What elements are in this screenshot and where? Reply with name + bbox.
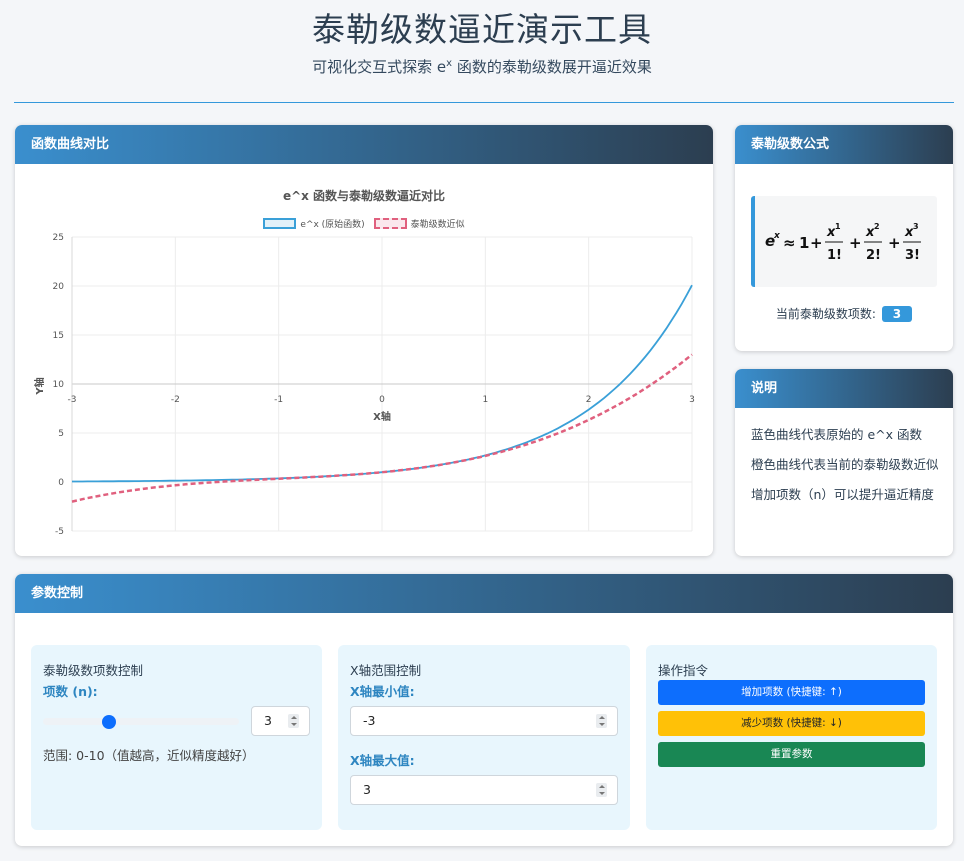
page-subtitle: 可视化交互式探索 ex 函数的泰勒级数展开逼近效果: [0, 56, 964, 77]
legend-swatch-taylor: [373, 218, 407, 229]
chart-card: 函数曲线对比 -3 -2 -1 0 1 2 3 25 20 15 10 5 0 -5 X轴 Y轴 e^x 函数…: [15, 125, 713, 556]
legend-swatch-exp: [263, 218, 297, 229]
operations-panel: 操作指令 增加项数 (快捷键: ↑) 减少项数 (快捷键: ↓) 重置参数: [646, 645, 937, 830]
terms-panel-title: 泰勒级数项数控制: [43, 663, 144, 678]
terms-range-note: 范围: 0-10（值越高，近似精度越好）: [43, 748, 255, 763]
notes-list: 蓝色曲线代表原始的 e^x 函数 橙色曲线代表当前的泰勒级数近似 增加项数（n）…: [751, 425, 943, 515]
svg-text:+: +: [810, 234, 823, 252]
svg-text:+: +: [849, 234, 862, 252]
legend-item-exp[interactable]: e^x (原始函数): [263, 217, 365, 230]
svg-text:≈: ≈: [783, 234, 796, 252]
x-min-label: X轴最小值:: [350, 684, 415, 699]
header-divider: [14, 102, 954, 103]
taylor-formula-render: e x ≈ 1 + x 1 1! + x 2 2! + x 3 3!: [765, 222, 921, 263]
current-terms-badge: 3: [881, 306, 913, 322]
x-range-control-panel: X轴范围控制 X轴最小值: -3 X轴最大值: 3: [338, 645, 630, 830]
controls-card: 参数控制 泰勒级数项数控制 项数 (n): 3 范围: 0-10（值越高，近似精…: [15, 574, 953, 846]
chart-title: e^x 函数与泰勒级数逼近对比: [282, 189, 446, 203]
x-min-spinner[interactable]: [596, 714, 607, 728]
y-tick-label: 0: [58, 478, 64, 488]
svg-text:1: 1: [799, 234, 809, 252]
page-title: 泰勒级数逼近演示工具: [312, 10, 652, 49]
x-min-input[interactable]: -3: [350, 706, 618, 736]
current-terms-row: 当前泰勒级数项数: 3: [735, 305, 953, 322]
subtitle-text-after: 函数的泰勒级数展开逼近效果: [452, 58, 652, 76]
x-max-label: X轴最大值:: [350, 753, 415, 768]
formula-card-title: 泰勒级数公式: [735, 125, 953, 164]
x-max-input[interactable]: 3: [350, 775, 618, 805]
formula-card: 泰勒级数公式 e x ≈ 1 + x 1 1! + x 2 2! + x 3 3…: [735, 125, 953, 351]
chart-area: -3 -2 -1 0 1 2 3 25 20 15 10 5 0 -5 X轴 Y轴 e^x 函数与泰勒级数逼近…: [15, 164, 713, 556]
terms-control-panel: 泰勒级数项数控制 项数 (n): 3 范围: 0-10（值越高，近似精度越好）: [31, 645, 322, 830]
svg-text:1: 1: [835, 222, 841, 231]
legend-item-taylor[interactable]: 泰勒级数近似: [373, 217, 465, 230]
y-tick-label: 25: [53, 233, 64, 243]
terms-slider-thumb[interactable]: [101, 715, 116, 729]
terms-field-label: 项数 (n):: [43, 684, 98, 699]
y-tick-label: 5: [58, 429, 64, 439]
range-panel-title: X轴范围控制: [350, 663, 422, 678]
subtitle-text-before: 可视化交互式探索 e: [312, 58, 447, 76]
y-tick-label: -5: [55, 527, 64, 537]
ops-panel-title: 操作指令: [658, 663, 709, 678]
decrease-terms-button[interactable]: 减少项数 (快捷键: ↓): [658, 711, 925, 736]
page-header: 泰勒级数逼近演示工具 可视化交互式探索 ex 函数的泰勒级数展开逼近效果: [0, 0, 964, 77]
chart-card-title: 函数曲线对比: [15, 125, 713, 164]
legend-label-taylor: 泰勒级数近似: [410, 220, 465, 230]
notes-card: 说明 蓝色曲线代表原始的 e^x 函数 橙色曲线代表当前的泰勒级数近似 增加项数…: [735, 369, 953, 556]
note-item: 增加项数（n）可以提升逼近精度: [751, 487, 934, 502]
chart-legend: e^x (原始函数) 泰勒级数近似: [15, 217, 713, 232]
controls-card-title: 参数控制: [15, 574, 953, 613]
terms-number-input[interactable]: 3: [251, 706, 310, 736]
x-tick-label: 1: [482, 395, 488, 405]
x-tick-label: 2: [586, 395, 592, 405]
terms-slider[interactable]: [43, 715, 239, 729]
y-tick-label: 20: [53, 282, 65, 292]
y-tick-label: 10: [53, 380, 65, 390]
increase-terms-button[interactable]: 增加项数 (快捷键: ↑): [658, 680, 925, 705]
terms-number-value: 3: [264, 713, 272, 728]
note-item: 蓝色曲线代表原始的 e^x 函数: [751, 427, 923, 442]
x-max-value: 3: [363, 782, 371, 797]
x-tick-label: 0: [379, 395, 385, 405]
terms-spinner[interactable]: [288, 714, 299, 728]
note-item: 橙色曲线代表当前的泰勒级数近似: [751, 457, 939, 472]
svg-text:+: +: [888, 234, 901, 252]
svg-text:1!: 1!: [827, 248, 842, 263]
x-tick-label: -3: [68, 395, 77, 405]
y-tick-label: 15: [53, 331, 64, 341]
y-axis-label: Y轴: [33, 377, 46, 395]
x-tick-label: -2: [171, 395, 180, 405]
taylor-formula: e x ≈ 1 + x 1 1! + x 2 2! + x 3 3!: [751, 196, 937, 287]
x-axis-label: X轴: [373, 410, 391, 423]
x-tick-label: -1: [274, 395, 283, 405]
current-terms-label: 当前泰勒级数项数:: [775, 307, 876, 321]
notes-card-title: 说明: [735, 369, 953, 408]
svg-text:2!: 2!: [866, 248, 881, 263]
x-min-value: -3: [363, 713, 376, 728]
x-max-spinner[interactable]: [596, 783, 607, 797]
svg-text:3: 3: [913, 222, 919, 231]
svg-text:2: 2: [874, 222, 880, 231]
reset-button[interactable]: 重置参数: [658, 742, 925, 767]
x-tick-label: 3: [689, 395, 695, 405]
svg-text:x: x: [773, 231, 781, 241]
svg-text:3!: 3!: [905, 248, 920, 263]
legend-label-exp: e^x (原始函数): [300, 220, 365, 230]
